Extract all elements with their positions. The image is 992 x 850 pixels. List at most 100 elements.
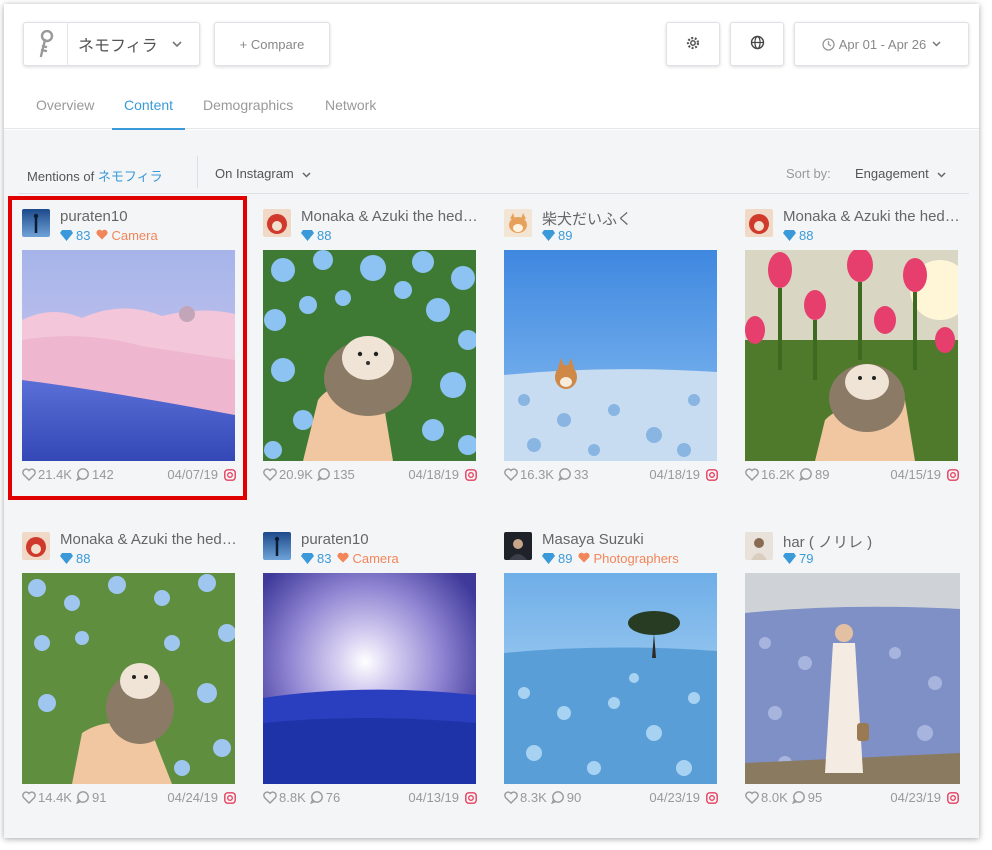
globe-icon [750, 35, 765, 53]
post-score: 88 [317, 228, 332, 243]
mentions-prefix: Mentions of [27, 169, 95, 184]
chevron-down-icon [937, 166, 946, 181]
sort-value: Engagement [855, 166, 929, 181]
post-score: 89 [558, 228, 573, 243]
likes-count: 14.4K [22, 790, 72, 805]
comment-icon [558, 468, 571, 481]
brand-selector[interactable]: ネモフィラ [23, 22, 200, 66]
post-meta: 79 [783, 551, 813, 566]
post-stats: 14.4K 91 04/24/19 [22, 790, 236, 805]
tab-network[interactable]: Network [325, 92, 376, 130]
heart-outline-icon [263, 468, 277, 481]
instagram-icon[interactable] [706, 791, 718, 804]
comments-count: 135 [317, 467, 355, 482]
post-username[interactable]: 柴犬だいふく [542, 208, 720, 229]
post-date: 04/15/19 [890, 467, 941, 482]
comments-count: 76 [309, 790, 340, 805]
sort-label: Sort by: [786, 166, 831, 181]
post-username[interactable]: Monaka & Azuki the hedgehogs [60, 531, 238, 548]
heart-outline-icon [745, 468, 759, 481]
language-button[interactable] [730, 22, 784, 66]
comments-count: 90 [550, 790, 581, 805]
network-dropdown[interactable]: On Instagram [215, 166, 311, 181]
chevron-down-icon [302, 166, 311, 181]
instagram-icon[interactable] [465, 468, 477, 481]
chevron-down-icon [932, 41, 941, 47]
post-date: 04/18/19 [649, 467, 700, 482]
heart-outline-icon [22, 791, 36, 804]
divider [197, 156, 198, 188]
post-username[interactable]: puraten10 [301, 531, 479, 548]
post-image[interactable] [504, 250, 717, 461]
post-card[interactable]: 柴犬だいふく 89 16.3K 33 04/18/19 [504, 209, 722, 519]
post-username[interactable]: Monaka & Azuki the hedgehogs [783, 208, 961, 225]
instagram-icon[interactable] [706, 468, 718, 481]
post-card[interactable]: Monaka & Azuki the hedgehogs 88 20. [263, 208, 481, 519]
post-date: 04/24/19 [167, 790, 218, 805]
post-image[interactable] [745, 573, 960, 784]
post-image[interactable] [22, 573, 235, 784]
comments-count: 89 [799, 467, 829, 482]
post-meta: 88 [301, 228, 331, 243]
post-meta: 88 [60, 551, 90, 566]
comment-icon [309, 791, 323, 804]
post-image[interactable] [504, 573, 717, 784]
instagram-icon[interactable] [224, 791, 236, 804]
post-card[interactable]: Monaka & Azuki the hedgehogs 88 16.2K 89… [745, 208, 963, 519]
instagram-icon[interactable] [947, 468, 959, 481]
diamond-icon [60, 553, 73, 564]
post-date: 04/23/19 [649, 790, 700, 805]
post-card[interactable]: puraten10 83 Camera 8.8K 76 04/13/19 [263, 531, 481, 842]
diamond-icon [301, 553, 314, 564]
gear-icon [686, 36, 700, 53]
post-category: Camera [337, 551, 399, 566]
post-stats: 8.3K 90 04/23/19 [504, 790, 718, 805]
comment-icon [799, 468, 812, 481]
comment-icon [550, 791, 564, 804]
mentions-filter[interactable]: Mentions of ネモフィラ [27, 166, 163, 185]
post-stats: 20.9K 135 04/18/19 [263, 467, 477, 482]
post-image[interactable] [263, 573, 476, 784]
post-category: Photographers [578, 551, 679, 566]
heart-outline-icon [504, 468, 518, 481]
post-stats: 16.3K 33 04/18/19 [504, 467, 718, 482]
settings-button[interactable] [666, 22, 720, 66]
tab-demographics[interactable]: Demographics [203, 92, 293, 130]
tab-content[interactable]: Content [112, 92, 186, 130]
diamond-icon [783, 553, 796, 564]
post-username[interactable]: har ( ノリレ ) [783, 531, 961, 552]
compare-button[interactable]: + Compare [214, 22, 330, 66]
network-label: On Instagram [215, 166, 294, 181]
post-username[interactable]: Monaka & Azuki the hedgehogs [301, 208, 479, 225]
date-range-label: Apr 01 - Apr 26 [838, 36, 927, 52]
post-stats: 16.2K 89 04/15/19 [745, 467, 959, 482]
heart-icon [337, 552, 350, 563]
post-stats: 8.8K 76 04/13/19 [263, 790, 477, 805]
post-card[interactable]: Monaka & Azuki the hedgehogs 88 14.4K 91… [22, 531, 240, 842]
avatar [504, 532, 532, 560]
date-range-picker[interactable]: Apr 01 - Apr 26 [794, 22, 969, 66]
post-username[interactable]: Masaya Suzuki [542, 531, 720, 548]
post-score: 83 [317, 551, 332, 566]
post-meta: 88 [783, 228, 813, 243]
post-image[interactable] [745, 250, 958, 461]
post-card[interactable]: Masaya Suzuki 89 Photographers 8.3K 90 0… [504, 531, 722, 842]
post-score: 88 [76, 551, 91, 566]
key-icon [24, 23, 68, 65]
comments-count: 33 [558, 467, 588, 482]
selection-highlight [8, 196, 247, 500]
likes-count: 8.0K [745, 790, 788, 805]
avatar [745, 532, 773, 560]
instagram-icon[interactable] [947, 791, 959, 804]
post-score: 89 [558, 551, 573, 566]
post-card[interactable]: har ( ノリレ ) 79 8.0K 95 04/23/19 [745, 532, 963, 842]
instagram-icon[interactable] [465, 791, 477, 804]
avatar [263, 532, 291, 560]
diamond-icon [783, 230, 796, 241]
filter-bar: Mentions of ネモフィラ On Instagram Sort by: … [18, 152, 969, 194]
sort-dropdown[interactable]: Engagement [855, 166, 946, 181]
tab-overview[interactable]: Overview [36, 92, 94, 130]
post-image[interactable] [263, 250, 476, 461]
heart-outline-icon [504, 791, 518, 804]
comment-icon [317, 468, 330, 481]
